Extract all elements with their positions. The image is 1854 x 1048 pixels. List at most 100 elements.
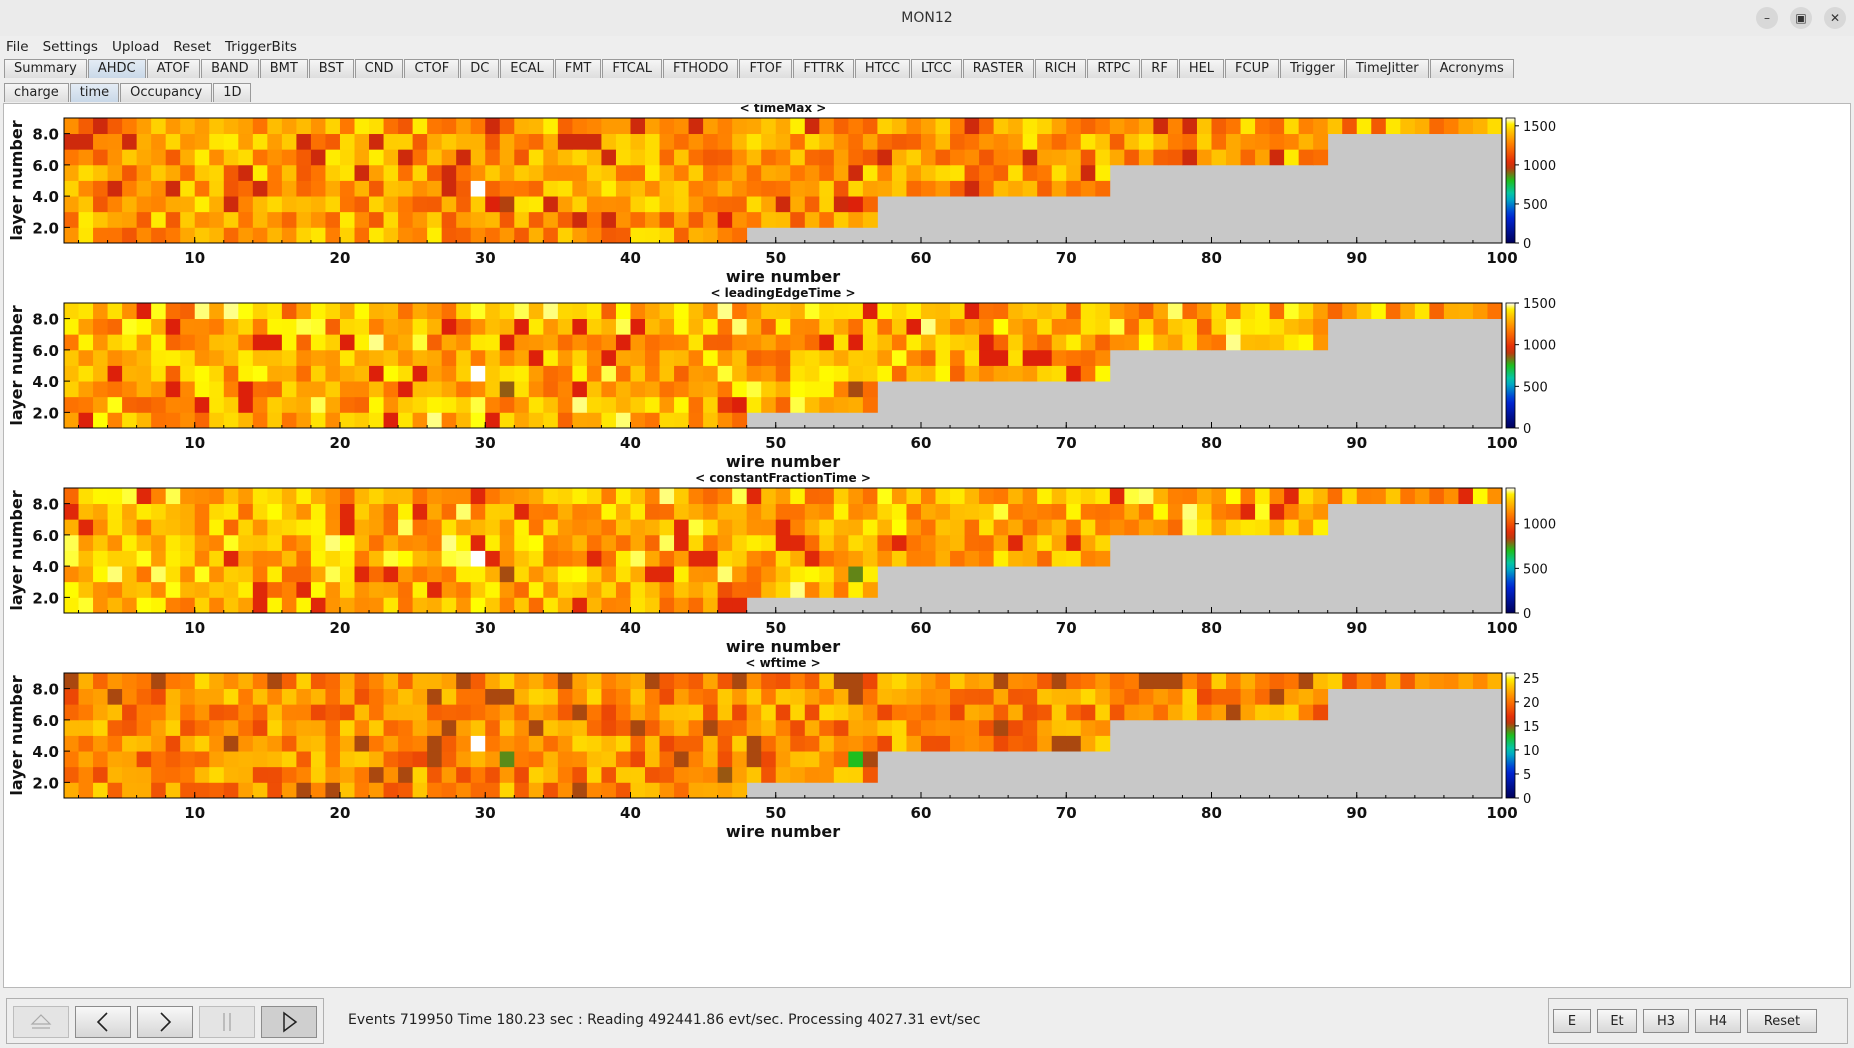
menu-triggerbits[interactable]: TriggerBits (225, 39, 297, 55)
heatmap-bin (514, 149, 530, 166)
heatmap-bin (732, 318, 748, 335)
heatmap-bin (906, 719, 922, 736)
tab-ctof[interactable]: CTOF (404, 59, 460, 78)
tab-band[interactable]: BAND (201, 59, 259, 78)
tab-rf[interactable]: RF (1141, 59, 1178, 78)
heatmap-bin (979, 735, 995, 752)
heatmap-bin (499, 503, 515, 520)
tab-ahdc[interactable]: AHDC (87, 59, 146, 78)
h4-button[interactable]: H4 (1695, 1009, 1741, 1033)
play-button[interactable] (261, 1006, 317, 1038)
tab-acronyms[interactable]: Acronyms (1429, 59, 1514, 78)
heatmap-bin (369, 719, 384, 736)
pause-button[interactable] (199, 1006, 255, 1038)
heatmap-bin (703, 704, 719, 721)
heatmap-bin (979, 149, 995, 166)
heatmap-bin (209, 766, 225, 783)
heatmap-bin (979, 503, 995, 520)
menu-settings[interactable]: Settings (43, 39, 98, 55)
heatmap-bin (398, 180, 414, 197)
tab-fcup[interactable]: FCUP (1225, 59, 1279, 78)
heatmap-bin (194, 735, 210, 752)
tab-bst[interactable]: BST (308, 59, 354, 78)
heatmap-bin (979, 365, 995, 382)
tab-fttrk[interactable]: FTTRK (793, 59, 854, 78)
heatmap-bin (107, 318, 123, 335)
heatmap-bin (122, 782, 138, 799)
maximize-icon[interactable]: ▣ (1790, 7, 1812, 29)
menu-reset[interactable]: Reset (173, 39, 211, 55)
heatmap-bin (1080, 704, 1096, 721)
heatmap-bin (238, 719, 254, 736)
tab-timejitter[interactable]: TimeJitter (1345, 59, 1429, 78)
heatmap-bin (456, 782, 472, 799)
et-button[interactable]: Et (1597, 1009, 1637, 1033)
x-tick-label: 60 (911, 249, 932, 267)
tab-dc[interactable]: DC (460, 59, 500, 78)
heatmap-bin (1313, 334, 1329, 351)
tab-rich[interactable]: RICH (1034, 59, 1087, 78)
heatmap-bin (572, 149, 588, 166)
heatmap-bin (688, 534, 704, 551)
heatmap-bin (281, 118, 297, 135)
heatmap-bin (586, 365, 602, 382)
subtab-1d[interactable]: 1D (213, 83, 252, 102)
heatmap-bin (223, 365, 239, 382)
subtab-charge[interactable]: charge (4, 83, 69, 102)
heatmap-bin (572, 597, 588, 614)
playback-controls (6, 998, 324, 1044)
heatmap-bin (950, 688, 965, 705)
heatmap-bin (543, 149, 559, 166)
tab-ecal[interactable]: ECAL (500, 59, 554, 78)
heatmap-bin (238, 334, 254, 351)
tab-cnd[interactable]: CND (354, 59, 404, 78)
heatmap-bin (398, 396, 414, 413)
tab-rtpc[interactable]: RTPC (1087, 59, 1141, 78)
tab-atof[interactable]: ATOF (146, 59, 201, 78)
heatmap-bin (427, 719, 443, 736)
heatmap-bin (412, 227, 428, 244)
subtab-time[interactable]: time (69, 83, 120, 102)
tab-hel[interactable]: HEL (1178, 59, 1225, 78)
next-button[interactable] (137, 1006, 193, 1038)
tab-summary[interactable]: Summary (4, 59, 87, 78)
tab-ftcal[interactable]: FTCAL (602, 59, 663, 78)
e-button[interactable]: E (1553, 1009, 1591, 1033)
tab-ftof[interactable]: FTOF (739, 59, 793, 78)
heatmap-bin (93, 227, 108, 244)
menu-file[interactable]: File (6, 39, 29, 55)
minimize-icon[interactable]: – (1756, 7, 1778, 29)
heatmap-bin (761, 751, 777, 768)
heatmap-bin (1269, 488, 1285, 505)
close-icon[interactable]: ✕ (1824, 7, 1846, 29)
previous-button[interactable] (75, 1006, 131, 1038)
tab-fmt[interactable]: FMT (554, 59, 602, 78)
menu-upload[interactable]: Upload (112, 39, 159, 55)
heatmap-bin (819, 334, 835, 351)
heatmap-bin (223, 688, 239, 705)
subtab-occupancy[interactable]: Occupancy (120, 83, 213, 102)
heatmap-bin (586, 550, 602, 567)
heatmap-bin (572, 673, 588, 690)
tab-ltcc[interactable]: LTCC (910, 59, 962, 78)
heatmap-bin (848, 118, 864, 135)
heatmap-bin (877, 550, 893, 567)
tab-raster[interactable]: RASTER (962, 59, 1034, 78)
heatmap-bin (993, 149, 1009, 166)
heatmap-bin (601, 566, 617, 583)
heatmap-bin (543, 488, 559, 505)
heatmap-bin (1051, 735, 1067, 752)
heatmap-bin (848, 149, 864, 166)
heatmap-bin (165, 597, 181, 614)
reset-button[interactable]: Reset (1747, 1009, 1817, 1033)
tab-trigger[interactable]: Trigger (1279, 59, 1345, 78)
tab-bmt[interactable]: BMT (259, 59, 308, 78)
tab-fthodo[interactable]: FTHODO (663, 59, 739, 78)
tab-htcc[interactable]: HTCC (854, 59, 910, 78)
heatmap-canvas[interactable]: < timeMax >10 20 30 40 50 60 70 80 90 100wire num… (4, 101, 1850, 987)
h3-button[interactable]: H3 (1643, 1009, 1689, 1033)
heatmap-bin (804, 719, 820, 736)
heatmap-bin (383, 118, 399, 135)
eject-button[interactable] (13, 1006, 69, 1038)
heatmap-bin (180, 118, 196, 135)
